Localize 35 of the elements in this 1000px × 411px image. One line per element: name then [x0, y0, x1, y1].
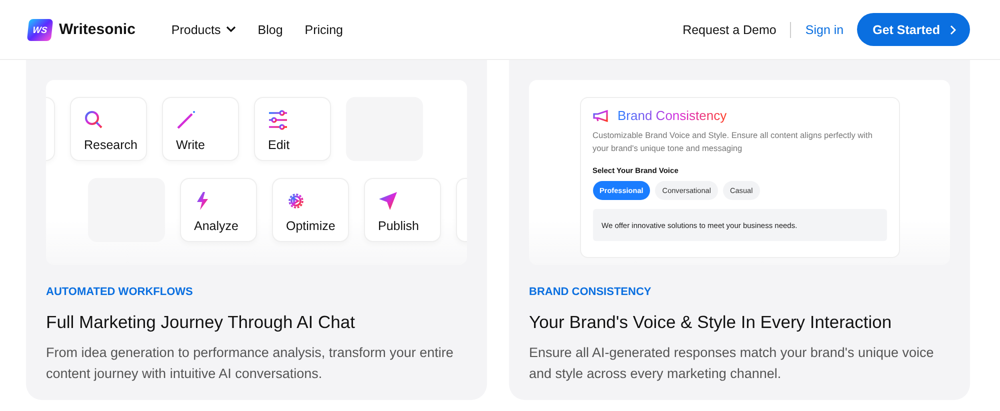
panel-description: Customizable Brand Voice and Style. Ensure all content aligns perfectly with your brand's unique tone and messaging: [592, 129, 874, 154]
tool-label: Publish: [378, 219, 420, 233]
nav-link[interactable]: Pricing: [304, 22, 343, 36]
tool-tile[interactable]: Write: [162, 97, 239, 161]
tool-tile[interactable]: Publish: [364, 178, 441, 242]
card-description: From idea generation to performance analysis, transform your entire content journey with intuitive AI conversations.: [46, 344, 454, 383]
tool-tile[interactable]: Analyze: [180, 178, 257, 242]
nav-link[interactable]: Blog: [258, 22, 283, 36]
brand-name[interactable]: Writesonic: [59, 21, 136, 38]
tool-label: Optimize: [286, 219, 335, 233]
tool-label: Edit: [268, 138, 291, 152]
nav-link[interactable]: Products: [171, 22, 236, 36]
logo-mark[interactable]: WS: [26, 18, 54, 40]
get-started-button[interactable]: Get Started: [856, 13, 970, 46]
megaphone-icon: [592, 110, 608, 122]
card-description: Ensure all AI-generated responses match your brand's unique voice and style across every marketing channel.: [529, 344, 935, 383]
card-title: Full Marketing Journey Through AI Chat: [46, 312, 356, 333]
panel-title: Brand Consistency: [618, 108, 727, 123]
pencil-icon: [176, 110, 196, 130]
request-demo-link[interactable]: Request a Demo: [682, 22, 776, 36]
tool-label: Analyze: [194, 219, 240, 233]
search-icon: [84, 110, 104, 130]
chevron-right-icon: [950, 24, 956, 34]
tool-tile[interactable]: Optimize: [272, 178, 349, 242]
card-eyebrow: BRAND CONSISTENCY: [529, 286, 652, 298]
card-title: Your Brand's Voice & Style In Every Interaction: [529, 312, 893, 333]
chevron-down-icon: [226, 26, 236, 33]
sliders-icon: [268, 110, 288, 130]
card-eyebrow: AUTOMATED WORKFLOWS: [46, 286, 194, 298]
gear-icon: [286, 191, 306, 211]
sign-in-link[interactable]: Sign in: [805, 22, 844, 36]
tool-label: Write: [176, 138, 206, 152]
tool-tile[interactable]: Research: [70, 97, 147, 161]
tool-tile[interactable]: Edit: [254, 97, 331, 161]
paper-plane-icon: [378, 191, 398, 211]
